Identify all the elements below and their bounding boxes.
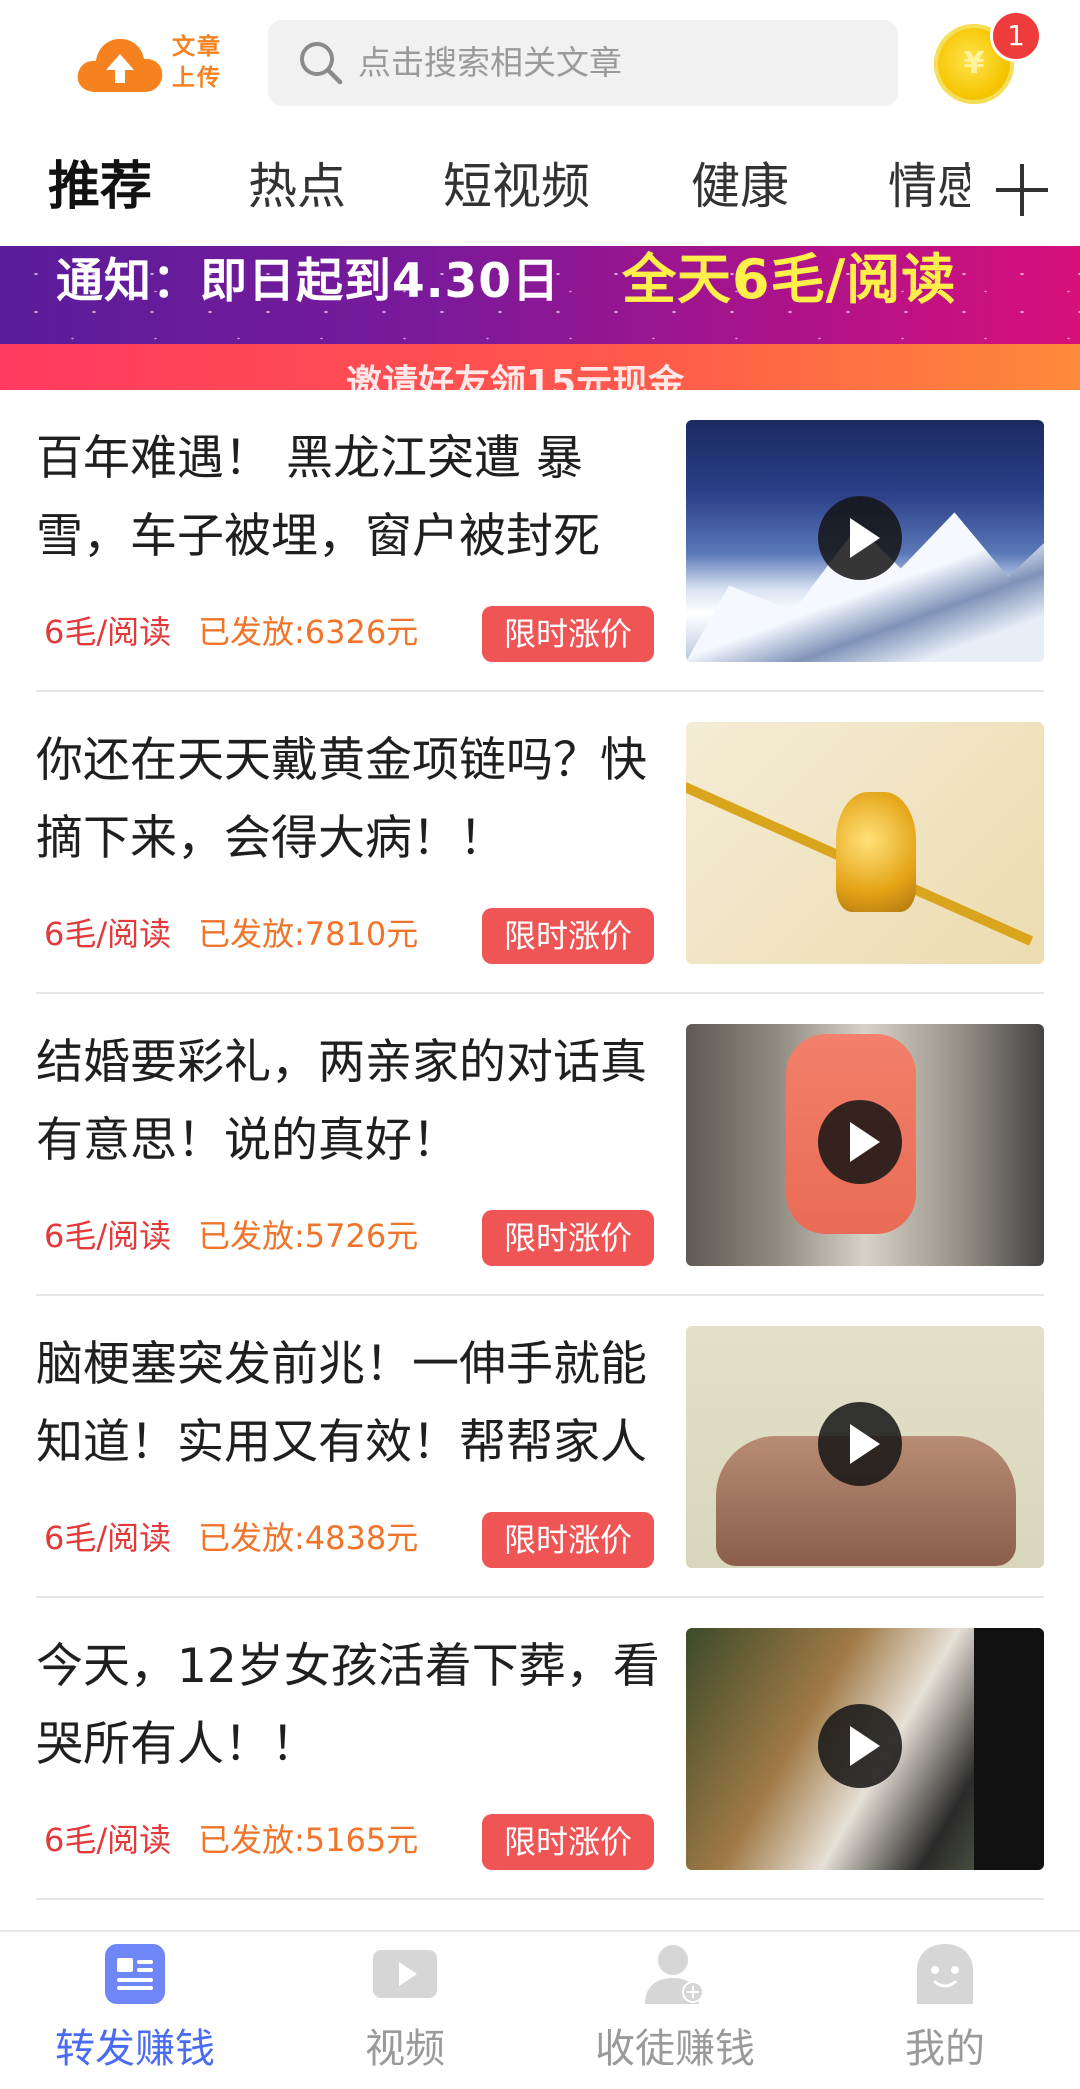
nav-video[interactable]: 视频 <box>270 1932 540 2089</box>
divider <box>36 1898 1044 1900</box>
play-icon[interactable] <box>818 496 902 580</box>
video-icon <box>373 1950 437 1998</box>
tab-health[interactable]: 健康 <box>691 128 789 246</box>
article-rate: 6毛/阅读 <box>44 1217 172 1255</box>
banner-notice-text: 通知：即日起到4.30日 <box>56 254 560 309</box>
invite-banner[interactable]: 邀请好友领15元现金 <box>0 344 1080 390</box>
search-icon <box>300 42 343 85</box>
nav-recruit-earn[interactable]: 收徒赚钱 <box>540 1932 810 2089</box>
nav-label: 视频 <box>365 2026 445 2072</box>
bottom-nav: 转发赚钱 视频 收徒赚钱 我的 <box>0 1930 1080 2089</box>
article-icon <box>105 1944 165 2004</box>
upload-cloud-icon <box>77 38 163 92</box>
limited-price-badge: 限时涨价 <box>482 908 654 964</box>
article-item[interactable]: 结婚要彩礼，两亲家的对话真有意思！说的真好！ 6毛/阅读 已发放:5726元 限… <box>0 994 1080 1296</box>
logo-text: 文章 上传 <box>172 34 222 91</box>
article-paid: 已发放:7810元 <box>198 915 419 953</box>
article-thumbnail[interactable] <box>686 1024 1044 1266</box>
article-rate: 6毛/阅读 <box>44 915 172 953</box>
nav-forward-earn[interactable]: 转发赚钱 <box>0 1932 270 2089</box>
article-rate: 6毛/阅读 <box>44 1821 172 1859</box>
search-placeholder: 点击搜索相关文章 <box>358 43 622 82</box>
article-thumbnail[interactable] <box>686 722 1044 964</box>
nav-label: 我的 <box>905 2026 985 2072</box>
article-thumbnail[interactable] <box>686 1326 1044 1568</box>
article-thumbnail[interactable] <box>686 1628 1044 1870</box>
article-thumbnail[interactable] <box>686 420 1044 662</box>
article-item[interactable]: 脑梗塞突发前兆！一伸手就能知道！实用又有效！帮帮家人 6毛/阅读 已发放:483… <box>0 1296 1080 1598</box>
article-item[interactable]: 你还在天天戴黄金项链吗？快摘下来，会得大病！！ 6毛/阅读 已发放:7810元 … <box>0 692 1080 994</box>
upload-article-logo[interactable]: 文章 上传 <box>76 30 238 100</box>
nav-profile[interactable]: 我的 <box>810 1932 1080 2089</box>
article-rate: 6毛/阅读 <box>44 1519 172 1557</box>
play-icon[interactable] <box>818 1704 902 1788</box>
article-item[interactable]: 今天，12岁女孩活着下葬，看哭所有人！！ 6毛/阅读 已发放:5165元 限时涨… <box>0 1598 1080 1900</box>
article-paid: 已发放:5726元 <box>198 1217 419 1255</box>
notification-badge: 1 <box>990 10 1042 62</box>
invite-text: 邀请好友领15元现金 <box>346 363 685 391</box>
play-icon[interactable] <box>818 1402 902 1486</box>
tab-hot[interactable]: 热点 <box>248 128 346 246</box>
top-bar: 文章 上传 点击搜索相关文章 ¥ 1 <box>0 0 1080 130</box>
limited-price-badge: 限时涨价 <box>482 606 654 662</box>
nav-label: 转发赚钱 <box>55 2026 215 2072</box>
tab-emotion[interactable]: 情感 <box>888 128 970 246</box>
article-title: 脑梗塞突发前兆！一伸手就能知道！实用又有效！帮帮家人 <box>36 1337 647 1470</box>
limited-price-badge: 限时涨价 <box>482 1814 654 1870</box>
article-paid: 已发放:5165元 <box>198 1821 419 1859</box>
article-paid: 已发放:6326元 <box>198 613 419 651</box>
gold-pendant-image <box>836 792 916 912</box>
add-user-icon <box>645 1945 704 2004</box>
article-title: 今天，12岁女孩活着下葬，看哭所有人！！ <box>36 1639 660 1772</box>
search-bar[interactable]: 点击搜索相关文章 <box>268 20 898 106</box>
notice-banner[interactable]: 通知：即日起到4.30日 全天6毛/阅读 <box>0 246 1080 344</box>
banner-rate-text: 全天6毛/阅读 <box>622 248 957 311</box>
article-title: 你还在天天戴黄金项链吗？快摘下来，会得大病！！ <box>36 733 647 866</box>
article-rate: 6毛/阅读 <box>44 613 172 651</box>
category-tabs: 推荐 热点 短视频 健康 情感 <box>0 128 1080 246</box>
play-icon[interactable] <box>818 1100 902 1184</box>
limited-price-badge: 限时涨价 <box>482 1210 654 1266</box>
tab-recommend[interactable]: 推荐 <box>48 128 152 246</box>
tab-short-video[interactable]: 短视频 <box>443 128 590 246</box>
add-channel-icon[interactable] <box>992 160 1052 220</box>
nav-label: 收徒赚钱 <box>595 2026 755 2072</box>
limited-price-badge: 限时涨价 <box>482 1512 654 1568</box>
dark-side-strip <box>974 1628 1044 1870</box>
profile-face-icon <box>917 1944 973 2004</box>
article-title: 百年难遇！ 黑龙江突遭 暴雪，车子被埋，窗户被封死 <box>36 431 600 564</box>
article-title: 结婚要彩礼，两亲家的对话真有意思！说的真好！ <box>36 1035 647 1168</box>
article-item[interactable]: 百年难遇！ 黑龙江突遭 暴雪，车子被埋，窗户被封死 6毛/阅读 已发放:6326… <box>0 390 1080 692</box>
article-paid: 已发放:4838元 <box>198 1519 419 1557</box>
